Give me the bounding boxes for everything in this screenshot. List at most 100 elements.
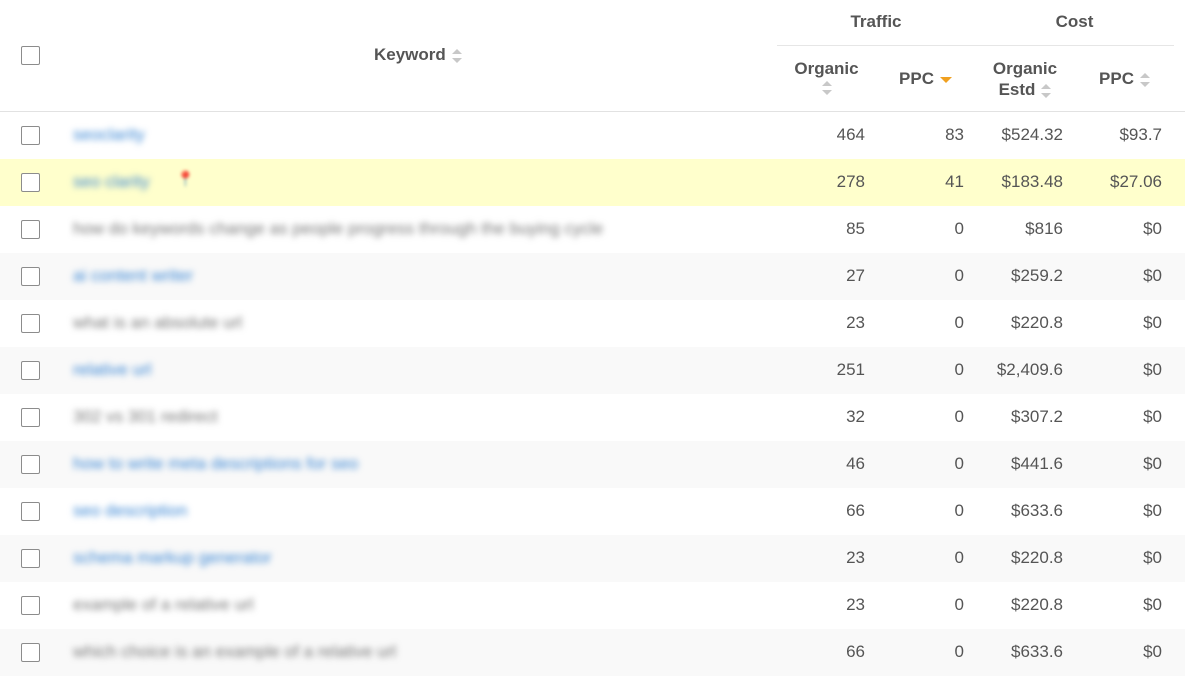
group-divider <box>777 45 1174 46</box>
ppc-cost-cell: $27.06 <box>1110 172 1162 191</box>
ppc-traffic-cell: 0 <box>954 219 964 238</box>
organic-traffic-cell: 66 <box>846 642 865 661</box>
table-row: seo clarity 📍 278 41 $183.48 $27.06 <box>0 159 1185 206</box>
ppc-traffic-column-header[interactable]: PPC <box>876 68 975 89</box>
row-checkbox[interactable] <box>21 643 40 662</box>
row-checkbox[interactable] <box>21 173 40 192</box>
ppc-cost-cell: $0 <box>1143 360 1162 379</box>
ppc-cost-cell: $0 <box>1143 548 1162 567</box>
table-row: seo description 66 0 $633.6 $0 <box>0 488 1185 535</box>
keyword-cell[interactable]: relative url <box>73 360 151 380</box>
organic-traffic-cell: 66 <box>846 501 865 520</box>
organic-estd-header-label-line2: Estd <box>998 80 1036 99</box>
organic-estd-cost-column-header[interactable]: Organic Estd <box>975 58 1075 100</box>
organic-traffic-cell: 27 <box>846 266 865 285</box>
table-row: which choice is an example of a relative… <box>0 629 1185 676</box>
sort-icon <box>1139 72 1150 87</box>
keyword-cell: which choice is an example of a relative… <box>73 642 397 661</box>
table-row: seoclarity 464 83 $524.32 $93.7 <box>0 112 1185 159</box>
organic-traffic-cell: 23 <box>846 548 865 567</box>
organic-estd-cost-cell: $524.32 <box>1001 125 1063 144</box>
keyword-cell[interactable]: seo clarity <box>73 172 150 192</box>
ppc-cost-cell: $0 <box>1143 454 1162 473</box>
keyword-cell: example of a relative url <box>73 595 254 614</box>
ppc-cost-cell: $0 <box>1143 407 1162 426</box>
keyword-cell[interactable]: seo description <box>73 501 187 521</box>
organic-traffic-cell: 85 <box>846 219 865 238</box>
row-checkbox[interactable] <box>21 596 40 615</box>
ppc-traffic-cell: 0 <box>954 407 964 426</box>
ppc-cost-header-label: PPC <box>1099 69 1134 88</box>
row-checkbox[interactable] <box>21 126 40 145</box>
organic-traffic-cell: 278 <box>836 172 865 191</box>
organic-estd-cost-cell: $259.2 <box>1011 266 1063 285</box>
ppc-traffic-cell: 0 <box>954 360 964 379</box>
organic-estd-cost-cell: $307.2 <box>1011 407 1063 426</box>
organic-estd-cost-cell: $816 <box>1025 219 1063 238</box>
table-row: relative url 251 0 $2,409.6 $0 <box>0 347 1185 394</box>
row-checkbox[interactable] <box>21 502 40 521</box>
ppc-traffic-cell: 0 <box>954 642 964 661</box>
organic-traffic-cell: 23 <box>846 313 865 332</box>
sort-icon <box>451 48 462 63</box>
organic-traffic-cell: 23 <box>846 595 865 614</box>
row-checkbox[interactable] <box>21 220 40 239</box>
organic-traffic-column-header[interactable]: Organic <box>777 58 876 95</box>
table-row: how to write meta descriptions for seo 46… <box>0 441 1185 488</box>
select-all-checkbox[interactable] <box>21 46 40 65</box>
pin-icon[interactable]: 📍 <box>176 170 195 188</box>
table-row: example of a relative url 23 0 $220.8 $0 <box>0 582 1185 629</box>
ppc-cost-cell: $0 <box>1143 595 1162 614</box>
row-checkbox[interactable] <box>21 455 40 474</box>
keyword-cell[interactable]: seoclarity <box>73 125 145 145</box>
ppc-traffic-cell: 0 <box>954 313 964 332</box>
table-row: ai content writer 27 0 $259.2 $0 <box>0 253 1185 300</box>
keywords-table: Keyword Traffic Cost Organic PPC Organic… <box>0 0 1185 676</box>
keyword-cell: how do keywords change as people progres… <box>73 219 604 238</box>
row-checkbox[interactable] <box>21 314 40 333</box>
table-row: what is an absolute url 23 0 $220.8 $0 <box>0 300 1185 347</box>
ppc-traffic-cell: 83 <box>945 125 964 144</box>
ppc-cost-column-header[interactable]: PPC <box>1075 68 1174 89</box>
organic-estd-cost-cell: $633.6 <box>1011 642 1063 661</box>
organic-estd-cost-cell: $220.8 <box>1011 595 1063 614</box>
ppc-cost-cell: $93.7 <box>1119 125 1162 144</box>
organic-header-label: Organic <box>794 59 859 78</box>
ppc-cost-cell: $0 <box>1143 501 1162 520</box>
organic-estd-header-label-line1: Organic <box>992 59 1058 78</box>
keyword-cell[interactable]: how to write meta descriptions for seo <box>73 454 358 474</box>
ppc-cost-cell: $0 <box>1143 266 1162 285</box>
organic-estd-cost-cell: $633.6 <box>1011 501 1063 520</box>
cost-group-header: Cost <box>1055 12 1094 31</box>
row-checkbox[interactable] <box>21 408 40 427</box>
row-checkbox[interactable] <box>21 549 40 568</box>
ppc-cost-cell: $0 <box>1143 642 1162 661</box>
sort-descending-icon <box>939 76 952 83</box>
ppc-header-label: PPC <box>899 69 934 88</box>
row-checkbox[interactable] <box>21 267 40 286</box>
table-row: how do keywords change as people progres… <box>0 206 1185 253</box>
ppc-traffic-cell: 0 <box>954 501 964 520</box>
ppc-traffic-cell: 0 <box>954 266 964 285</box>
keyword-header-label: Keyword <box>374 45 446 64</box>
keyword-column-header[interactable]: Keyword <box>374 45 462 65</box>
ppc-cost-cell: $0 <box>1143 219 1162 238</box>
keyword-cell[interactable]: schema markup generator <box>73 548 271 568</box>
organic-traffic-cell: 46 <box>846 454 865 473</box>
keyword-cell[interactable]: ai content writer <box>73 266 193 286</box>
ppc-traffic-cell: 0 <box>954 595 964 614</box>
ppc-cost-cell: $0 <box>1143 313 1162 332</box>
ppc-traffic-cell: 41 <box>945 172 964 191</box>
sort-icon <box>821 81 832 95</box>
organic-estd-cost-cell: $441.6 <box>1011 454 1063 473</box>
table-header: Keyword Traffic Cost Organic PPC Organic… <box>0 0 1185 112</box>
organic-traffic-cell: 32 <box>846 407 865 426</box>
organic-estd-cost-cell: $183.48 <box>1001 172 1063 191</box>
table-body: seoclarity 464 83 $524.32 $93.7 seo clarity 📍 2… <box>0 112 1185 676</box>
organic-traffic-cell: 251 <box>836 360 865 379</box>
row-checkbox[interactable] <box>21 361 40 380</box>
table-row: 302 vs 301 redirect 32 0 $307.2 $0 <box>0 394 1185 441</box>
traffic-group-header: Traffic <box>850 12 902 31</box>
table-row: schema markup generator 23 0 $220.8 $0 <box>0 535 1185 582</box>
organic-traffic-cell: 464 <box>836 125 865 144</box>
